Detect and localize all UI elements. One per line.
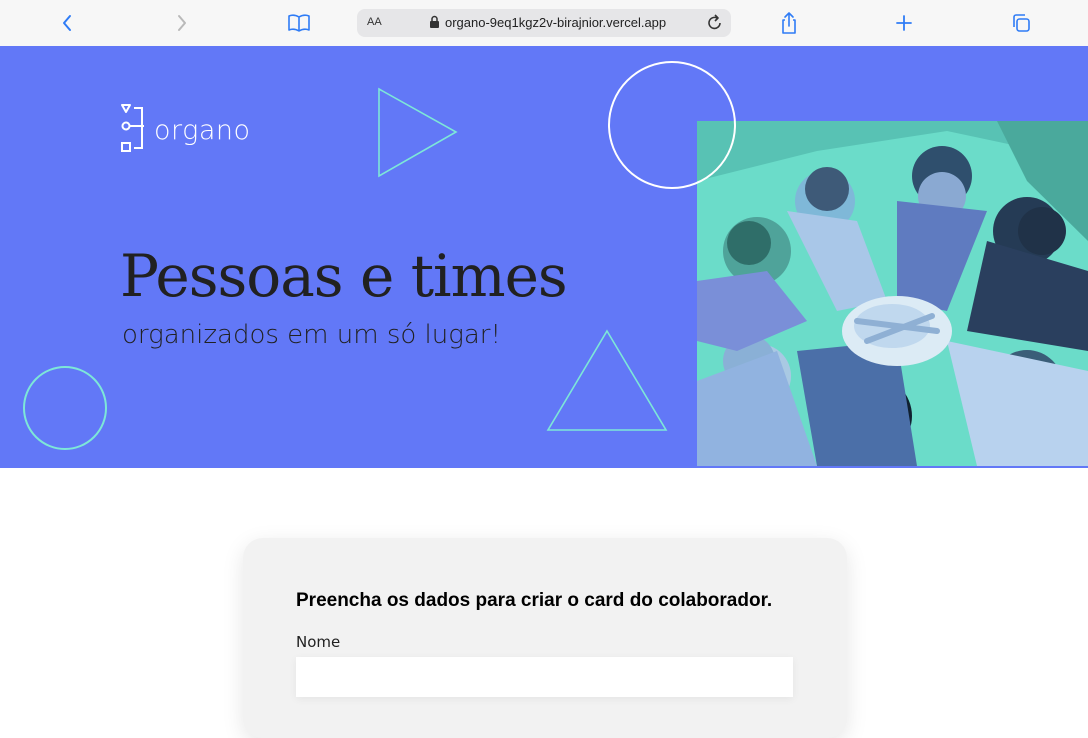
circle-shape-top: [608, 61, 736, 189]
reload-icon[interactable]: [705, 13, 725, 33]
forward-button[interactable]: [169, 10, 195, 36]
play-triangle-shape: [378, 87, 458, 178]
tabs-icon: [1013, 14, 1030, 32]
logo-text: organo: [154, 114, 251, 146]
circle-shape-left: [23, 366, 107, 450]
share-icon: [782, 12, 796, 34]
hero-banner: organo Pessoas e times organizados em um…: [0, 46, 1088, 468]
collaborator-form: Preencha os dados para criar o card do c…: [243, 538, 847, 738]
new-tab-button[interactable]: [891, 10, 917, 36]
page-title: Pessoas e times: [120, 242, 568, 310]
book-icon: [288, 14, 310, 32]
team-photo-illustration: [697, 121, 1088, 466]
logo: organo: [120, 102, 251, 158]
form-heading: Preencha os dados para criar o card do c…: [296, 590, 773, 611]
page-subtitle: organizados em um só lugar!: [122, 320, 501, 350]
name-field-label: Nome: [296, 633, 341, 651]
up-triangle-shape: [546, 329, 668, 431]
bookmarks-button[interactable]: [286, 10, 312, 36]
plus-icon: [896, 15, 912, 31]
tabs-button[interactable]: [1008, 10, 1034, 36]
address-bar[interactable]: AA organo-9eq1kgz2v-birajnior.vercel.app: [357, 9, 731, 37]
back-button[interactable]: [54, 10, 80, 36]
browser-toolbar: AA organo-9eq1kgz2v-birajnior.vercel.app: [0, 0, 1088, 47]
share-button[interactable]: [776, 10, 802, 36]
text-size-button[interactable]: AA: [367, 16, 382, 28]
team-hands-photo: [697, 121, 1088, 466]
forward-icon: [178, 15, 186, 31]
url-text: organo-9eq1kgz2v-birajnior.vercel.app: [445, 15, 667, 30]
back-icon: [63, 15, 71, 31]
lock-icon: [430, 15, 439, 28]
name-input[interactable]: [296, 657, 793, 697]
logo-icon: [121, 104, 144, 152]
